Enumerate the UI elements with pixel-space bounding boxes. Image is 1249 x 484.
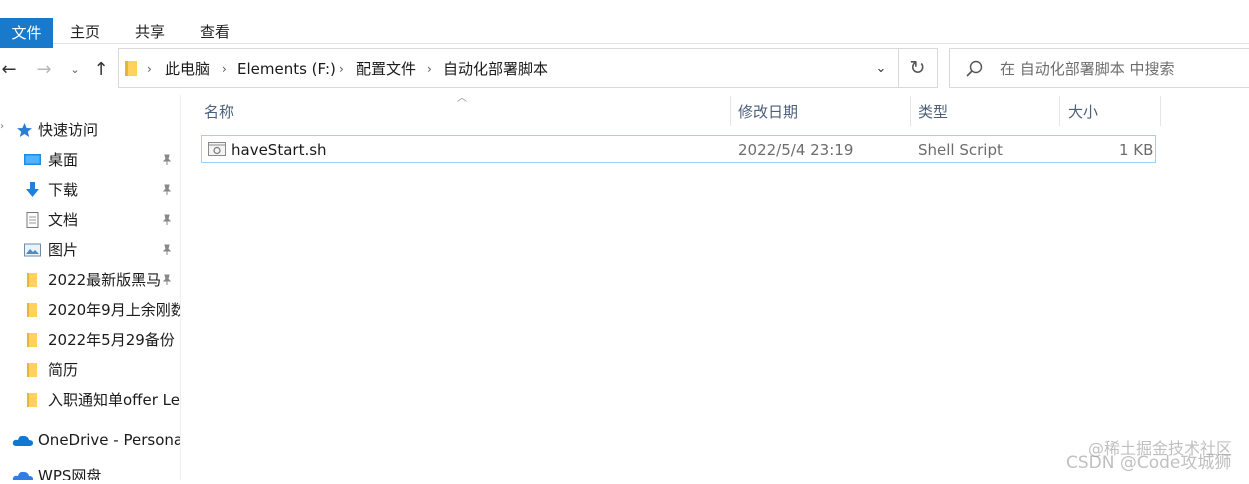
refresh-button[interactable]: ↻ [898, 48, 938, 88]
file-row[interactable]: haveStart.sh 2022/5/4 23:19 Shell Script… [201, 135, 1156, 163]
sidebar-item-label: 入职通知单offer Le [48, 391, 180, 409]
tab-view[interactable]: 查看 [200, 17, 230, 47]
breadcrumb-config-folder[interactable]: 配置文件 [356, 59, 416, 79]
sidebar-item-label: 快速访问 [38, 121, 99, 139]
search-box[interactable]: 在 自动化部署脚本 中搜索 [949, 48, 1249, 88]
breadcrumb-separator[interactable]: › [147, 59, 152, 79]
column-header-modified[interactable]: 修改日期 [731, 95, 911, 127]
desktop-icon [24, 154, 41, 165]
breadcrumb-separator[interactable]: › [339, 59, 344, 79]
sidebar-item-label: 2020年9月上余刚数 [48, 301, 181, 319]
column-divider[interactable] [1160, 96, 1161, 126]
folder-icon [125, 61, 137, 76]
sidebar-item-documents[interactable]: 文档 [0, 205, 180, 235]
sidebar-item-folder[interactable]: 2020年9月上余刚数 [0, 295, 181, 325]
column-header-label: 大小 [1068, 103, 1099, 121]
sidebar-item-label: OneDrive - Persona [38, 431, 181, 449]
star-icon [17, 123, 32, 137]
chevron-down-icon[interactable]: ⌄ [871, 59, 891, 79]
file-name: haveStart.sh [231, 141, 327, 159]
cloud-icon [12, 435, 33, 446]
back-button[interactable]: ← [0, 58, 18, 82]
column-header-label: 类型 [918, 103, 949, 121]
search-input[interactable]: 在 自动化部署脚本 中搜索 [1000, 59, 1175, 79]
column-header-name[interactable]: 名称 [194, 95, 730, 127]
breadcrumb-separator[interactable]: › [222, 59, 227, 79]
folder-icon [27, 303, 37, 317]
sidebar-item-desktop[interactable]: 桌面 [0, 145, 180, 175]
folder-icon [27, 363, 37, 377]
tab-share[interactable]: 共享 [135, 17, 165, 47]
folder-icon [27, 393, 37, 407]
sidebar-item-label: WPS网盘 [38, 467, 102, 480]
column-header-type[interactable]: 类型 [911, 95, 1060, 127]
wps-cloud-icon [12, 471, 33, 480]
picture-icon [24, 243, 41, 257]
pin-icon [162, 154, 172, 165]
file-size: 1 KB [1119, 141, 1154, 159]
sidebar-item-folder[interactable]: 2022年5月29备份 [0, 325, 180, 355]
file-modified: 2022/5/4 23:19 [738, 141, 854, 159]
column-header-label: 修改日期 [738, 103, 799, 121]
sidebar-item-label: 2022最新版黑马 [48, 271, 162, 289]
search-icon [966, 60, 983, 77]
breadcrumb-this-pc[interactable]: 此电脑 [165, 59, 210, 79]
watermark-line: CSDN @Code攻城狮 [1066, 453, 1232, 473]
folder-icon [27, 273, 37, 287]
sidebar-item-label: 文档 [48, 211, 79, 229]
sidebar-item-pictures[interactable]: 图片 [0, 235, 180, 265]
sidebar-item-folder[interactable]: 入职通知单offer Le [0, 385, 180, 415]
tab-file[interactable]: 文件 [0, 18, 53, 48]
sidebar-item-quick-access[interactable]: › 快速访问 [0, 115, 180, 145]
sidebar-item-onedrive[interactable]: OneDrive - Persona [0, 425, 181, 455]
forward-button[interactable]: → [34, 58, 54, 82]
ribbon-tabs: 文件 主页 共享 查看 [0, 8, 1249, 48]
sidebar-item-folder[interactable]: 2022最新版黑马 [0, 265, 180, 295]
tab-home[interactable]: 主页 [70, 17, 100, 47]
pin-icon [162, 244, 172, 255]
column-header-label: 名称 [204, 103, 235, 121]
breadcrumb-separator[interactable]: › [427, 59, 432, 79]
watermark: @稀土掘金技术社区 CSDN @Code攻城狮 [1066, 439, 1232, 484]
file-type: Shell Script [918, 141, 1003, 159]
breadcrumb-current-folder[interactable]: 自动化部署脚本 [443, 59, 548, 79]
folder-icon [27, 333, 37, 347]
pin-icon [162, 274, 172, 285]
sidebar-item-folder[interactable]: 简历 [0, 355, 180, 385]
sidebar-item-label: 2022年5月29备份 [48, 331, 175, 349]
chevron-right-icon[interactable]: › [0, 121, 4, 132]
sidebar-item-downloads[interactable]: 下载 [0, 175, 180, 205]
sidebar-item-label: 桌面 [48, 151, 79, 169]
navigation-pane: › 快速访问 桌面 下载 文档 图片 2022最新版黑马 2020年9月上余刚数… [0, 95, 181, 480]
sidebar-item-wps-cloud[interactable]: WPS网盘 [0, 461, 180, 480]
sidebar-item-label: 简历 [48, 361, 79, 379]
download-icon [26, 182, 39, 197]
recent-locations-button[interactable]: ⌄ [66, 58, 84, 82]
document-icon [26, 212, 39, 228]
shell-script-file-icon [208, 142, 226, 156]
breadcrumb-drive[interactable]: Elements (F:) [237, 59, 336, 79]
address-bar[interactable]: › 此电脑 › Elements (F:) › 配置文件 › 自动化部署脚本 ⌄ [118, 48, 899, 88]
pin-icon [162, 214, 172, 225]
column-header-size[interactable]: 大小 [1060, 95, 1160, 127]
pin-icon [162, 184, 172, 195]
sidebar-item-label: 下载 [48, 181, 79, 199]
up-button[interactable]: ↑ [90, 58, 112, 82]
sidebar-item-label: 图片 [48, 241, 79, 259]
